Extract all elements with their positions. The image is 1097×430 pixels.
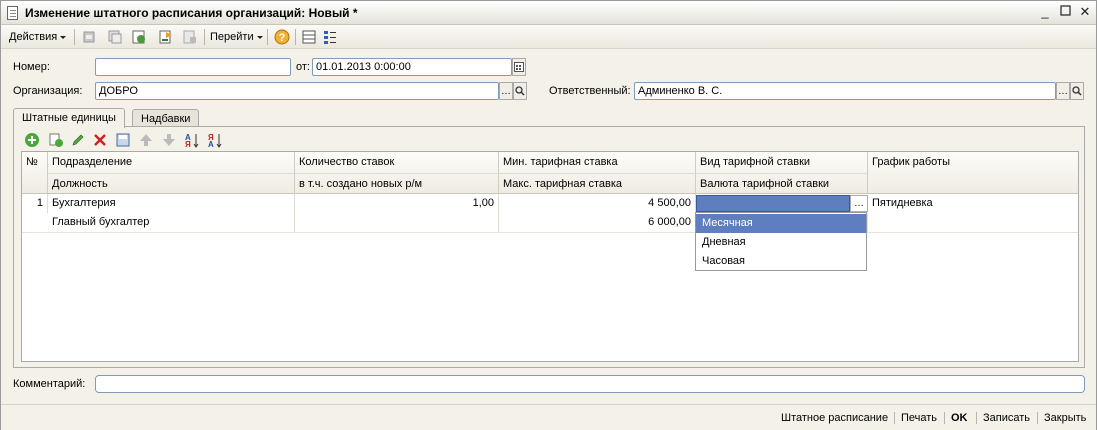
row-divider xyxy=(22,232,1078,233)
save-button[interactable]: Записать xyxy=(983,410,1030,426)
footer-separator xyxy=(944,412,945,424)
edit-icon[interactable] xyxy=(69,131,87,149)
document-window: Изменение штатного расписания организаци… xyxy=(0,0,1097,430)
organization-label: Организация: xyxy=(13,85,83,97)
responsible-label: Ответственный: xyxy=(549,85,631,97)
staff-schedule-button[interactable]: Штатное расписание xyxy=(781,410,888,426)
title-bar: Изменение штатного расписания организаци… xyxy=(1,1,1096,25)
table-header: № Подразделение Должность Количество ста… xyxy=(22,152,1078,194)
column-header-new-workplaces[interactable]: в т.ч. создано новых р/м xyxy=(295,173,499,194)
column-header-number[interactable]: № xyxy=(22,152,48,194)
print-button[interactable]: Печать xyxy=(901,410,937,426)
post-document-icon[interactable] xyxy=(157,28,175,46)
delete-icon[interactable] xyxy=(91,131,109,149)
footer-bar: Штатное расписание Печать OK Записать За… xyxy=(1,404,1096,430)
chevron-down-icon xyxy=(60,35,67,39)
comment-label: Комментарий: xyxy=(13,378,86,390)
column-header-rate-count[interactable]: Количество ставок xyxy=(295,152,499,173)
ellipsis-icon[interactable]: … xyxy=(499,82,513,100)
help-icon[interactable]: ? xyxy=(273,28,291,46)
column-header-department[interactable]: Подразделение xyxy=(48,152,295,173)
toolbar-separator xyxy=(267,29,268,45)
svg-text:А: А xyxy=(208,140,214,148)
new-workplaces-cell[interactable] xyxy=(295,213,499,232)
number-field[interactable] xyxy=(95,58,291,76)
toolbar-separator xyxy=(295,29,296,45)
column-header-position[interactable]: Должность xyxy=(48,173,295,194)
column-header-rate-currency[interactable]: Валюта тарифной ставки xyxy=(696,173,868,194)
department-cell[interactable]: Бухгалтерия xyxy=(48,194,295,213)
number-label: Номер: xyxy=(13,61,50,73)
search-icon[interactable] xyxy=(1070,82,1084,100)
max-rate-cell[interactable]: 6 000,00 xyxy=(499,213,696,232)
copy-icon[interactable] xyxy=(106,28,124,46)
copy-row-icon[interactable] xyxy=(47,131,65,149)
close-icon[interactable]: ✕ xyxy=(1077,4,1093,20)
date-field[interactable]: 01.01.2013 0:00:00 xyxy=(312,58,512,76)
rate-type-input[interactable] xyxy=(696,195,850,212)
responsible-field[interactable]: Админенко В. С. xyxy=(634,82,1056,100)
actions-menu[interactable]: Действия xyxy=(9,29,67,45)
minimize-icon[interactable]: _ xyxy=(1037,4,1053,20)
footer-separator xyxy=(894,412,895,424)
column-header-min-rate[interactable]: Мин. тарифная ставка xyxy=(499,152,696,173)
svg-text:?: ? xyxy=(279,32,286,44)
chevron-down-icon xyxy=(256,35,263,39)
end-edit-icon[interactable] xyxy=(114,131,132,149)
column-header-rate-type[interactable]: Вид тарифной ставки xyxy=(696,152,868,173)
add-icon[interactable] xyxy=(23,131,41,149)
list-settings-icon[interactable] xyxy=(321,28,339,46)
close-button[interactable]: Закрыть xyxy=(1044,410,1086,426)
maximize-icon[interactable] xyxy=(1057,4,1073,20)
goto-menu[interactable]: Перейти xyxy=(210,29,263,45)
unpost-document-icon[interactable] xyxy=(181,28,199,46)
column-header-max-rate[interactable]: Макс. тарифная ставка xyxy=(499,173,696,194)
move-down-icon[interactable] xyxy=(160,131,178,149)
schedule-cell[interactable]: Пятидневка xyxy=(868,194,1078,213)
staff-units-table[interactable]: № Подразделение Должность Количество ста… xyxy=(21,151,1079,362)
ellipsis-icon[interactable]: … xyxy=(1056,82,1070,100)
search-icon[interactable] xyxy=(513,82,527,100)
position-cell[interactable]: Главный бухгалтер xyxy=(48,213,295,232)
goto-menu-label: Перейти xyxy=(210,31,254,43)
min-rate-cell[interactable]: 4 500,00 xyxy=(499,194,696,213)
organization-field[interactable]: ДОБРО xyxy=(95,82,499,100)
calendar-icon[interactable] xyxy=(512,58,526,76)
dropdown-option-monthly[interactable]: Месячная xyxy=(696,214,866,233)
dropdown-option-daily[interactable]: Дневная xyxy=(696,233,866,252)
window-title: Изменение штатного расписания организаци… xyxy=(25,6,358,20)
structure-icon[interactable] xyxy=(300,28,318,46)
toolbar-separator xyxy=(204,29,205,45)
sort-descending-icon[interactable]: ЯА xyxy=(206,131,224,149)
move-up-icon[interactable] xyxy=(137,131,155,149)
column-header-schedule[interactable]: График работы xyxy=(868,152,1078,173)
dropdown-option-hourly[interactable]: Часовая xyxy=(696,252,866,271)
toolbar: Действия Перейти ? xyxy=(1,25,1096,49)
back-icon[interactable] xyxy=(80,28,98,46)
footer-separator xyxy=(976,412,977,424)
refresh-icon[interactable] xyxy=(130,28,148,46)
comment-field[interactable] xyxy=(95,375,1085,393)
rate-type-dropdown[interactable]: Месячная Дневная Часовая xyxy=(695,212,867,271)
ok-button[interactable]: OK xyxy=(951,410,968,426)
footer-separator xyxy=(1037,412,1038,424)
svg-text:Я: Я xyxy=(185,140,191,148)
tab-staff-units[interactable]: Штатные единицы xyxy=(13,108,125,128)
ellipsis-icon[interactable]: … xyxy=(850,195,868,212)
row-number: 1 xyxy=(22,194,48,213)
toolbar-separator xyxy=(74,29,75,45)
document-icon xyxy=(7,6,18,20)
rate-count-cell[interactable]: 1,00 xyxy=(295,194,499,213)
date-label: от: xyxy=(296,61,310,73)
sort-ascending-icon[interactable]: АЯ xyxy=(183,131,201,149)
actions-menu-label: Действия xyxy=(9,31,58,43)
